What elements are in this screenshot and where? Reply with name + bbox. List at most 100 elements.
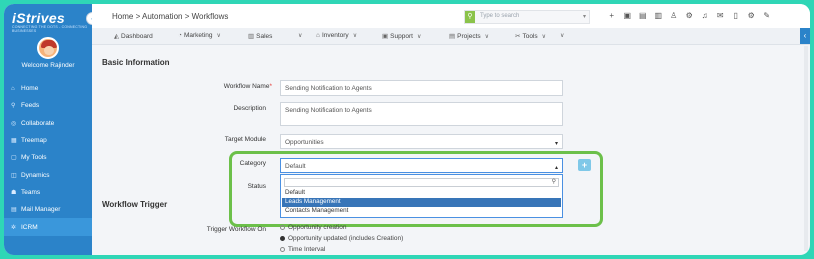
help-icon[interactable]: ⚙ [744, 11, 760, 20]
scrollbar[interactable] [804, 46, 808, 251]
settings-icon[interactable]: ⚙ [682, 11, 698, 20]
radio-button[interactable] [280, 224, 285, 230]
menu-inventory[interactable]: ⌂ Inventory ∨ [316, 32, 357, 39]
treemap-icon: ▦ [11, 138, 17, 145]
document-icon[interactable]: ▯ [728, 11, 744, 20]
dashboard-icon: ◭ [114, 33, 119, 40]
field-value: Sending Notification to Agents [285, 107, 372, 114]
support-icon: ▣ [382, 33, 389, 40]
menu-marketing[interactable]: ◔ Marketing ∨ [178, 32, 221, 39]
sidebar-item-feeds[interactable]: ⚲ Feeds [4, 97, 92, 114]
collaborate-icon: ◎ [11, 120, 17, 127]
field-value: Opportunities [285, 139, 324, 146]
menu-projects[interactable]: ▤ Projects ∨ [449, 32, 489, 40]
sidebar-item-label: Teams [21, 188, 41, 196]
target-module-label: Target Module [224, 136, 266, 143]
feeds-icon: ⚲ [11, 103, 16, 110]
menu-label: Tools [522, 33, 538, 40]
add-icon[interactable]: + [604, 11, 620, 20]
sidebar-nav: ⌂ Home ⚲ Feeds ◎ Collaborate ▦ Treemap ▢ My T… [4, 80, 92, 236]
welcome-text: Welcome Rajinder [21, 62, 75, 69]
avatar[interactable] [37, 37, 59, 59]
menu-label: Dashboard [121, 33, 153, 40]
workflow-name-label: Workflow Name* [142, 83, 272, 90]
sidebar-item-label: Feeds [21, 102, 40, 110]
workflow-name-field[interactable]: Sending Notification to Agents [280, 80, 563, 96]
radio-label: Opportunity updated (includes Creation) [288, 235, 404, 242]
chevron-left-icon[interactable]: ‹ [800, 28, 810, 44]
menu-label: Inventory [321, 32, 349, 39]
sidebar-item-teams[interactable]: ☗ Teams [4, 184, 92, 201]
avatar-face [44, 46, 54, 55]
projects-icon: ▤ [449, 33, 456, 40]
radio-label: Time Interval [288, 246, 326, 253]
sidebar-item-label: Home [21, 85, 39, 93]
menu-label: Marketing [183, 32, 213, 39]
trigger-option-updated[interactable]: Opportunity updated (includes Creation) [280, 235, 403, 242]
user-icon[interactable]: ♙ [666, 11, 682, 20]
chevron-down-icon[interactable]: ▾ [583, 13, 586, 20]
reports-icon[interactable]: ▥ [651, 11, 667, 20]
section-workflow-trigger: Workflow Trigger [102, 200, 168, 209]
home-icon: ⌂ [11, 85, 15, 92]
mail-icon: ▤ [11, 207, 17, 214]
menu-more[interactable]: ∨ [294, 32, 302, 39]
menu-label: Projects [457, 33, 481, 40]
sidebar-item-my-tools[interactable]: ▢ My Tools [4, 149, 92, 166]
highlight-annotation [229, 151, 603, 227]
radio-button[interactable] [280, 246, 285, 252]
sidebar-item-icrm[interactable]: ✲ ICRM [4, 218, 92, 236]
sidebar-item-mail-manager[interactable]: ▤ Mail Manager [4, 201, 92, 218]
label-text: Workflow Name [223, 83, 270, 90]
menu-sales[interactable]: ▥ Sales [248, 32, 272, 40]
trigger-option-time-interval[interactable]: Time Interval [280, 246, 325, 253]
inventory-icon: ⌂ [316, 32, 320, 39]
chevron-down-icon: ∨ [560, 33, 565, 39]
search-input[interactable]: Type to search [480, 13, 519, 19]
sidebar-item-label: Collaborate [21, 119, 55, 127]
section-basic-information: Basic Information [102, 58, 170, 67]
menu-label: Sales [256, 33, 273, 40]
notes-icon[interactable]: ▤ [635, 11, 651, 20]
search-icon[interactable]: ⚲ [465, 11, 475, 23]
breadcrumb[interactable]: Home > Automation > Workflows [112, 12, 228, 21]
field-value: Sending Notification to Agents [285, 85, 372, 92]
tools-icon: ✂ [515, 33, 521, 40]
menu-support[interactable]: ▣ Support ∨ [382, 32, 421, 40]
target-module-select[interactable]: Opportunities ▾ [280, 134, 563, 149]
chevron-down-icon: ∨ [484, 34, 490, 40]
menu-label: Support [390, 33, 413, 40]
sidebar-item-treemap[interactable]: ▦ Treemap [4, 132, 92, 149]
top-bar: Home > Automation > Workflows ⚲ Type to … [92, 4, 810, 29]
mail-icon[interactable]: ✉ [713, 11, 729, 20]
sales-icon: ▥ [248, 33, 255, 40]
toolbar-icons: + ▣ ▤ ▥ ♙ ⚙ ♫ ✉ ▯ ⚙ ✎ [604, 11, 775, 20]
sidebar-item-collaborate[interactable]: ◎ Collaborate [4, 115, 92, 132]
calendar-icon[interactable]: ▣ [620, 11, 636, 20]
trigger-option-creation[interactable]: Opportunity creation [280, 224, 347, 231]
menu-tools[interactable]: ✂ Tools ∨ [515, 32, 546, 40]
menu-more-2[interactable]: ∨ [556, 32, 564, 39]
sidebar-item-label: ICRM [21, 223, 38, 231]
tools-icon: ▢ [11, 155, 17, 162]
sidebar-item-home[interactable]: ⌂ Home [4, 80, 92, 97]
menu-dashboard[interactable]: ◭ Dashboard [114, 32, 153, 40]
sidebar-item-dynamics[interactable]: ◫ Dynamics [4, 166, 92, 183]
sidebar-item-label: Mail Manager [21, 206, 61, 214]
radio-label: Opportunity creation [288, 224, 347, 231]
pen-icon[interactable]: ✎ [759, 11, 775, 20]
marketing-icon: ◔ [178, 32, 182, 39]
chevron-down-icon: ▾ [554, 141, 558, 147]
radio-button[interactable] [280, 235, 285, 241]
chevron-down-icon: ∨ [298, 33, 303, 39]
sidebar: iStrives CONNECTING THE DOTS - CONNECTIN… [4, 4, 99, 255]
chevron-down-icon: ∨ [416, 34, 422, 40]
chevron-down-icon: ∨ [216, 33, 221, 39]
required-asterisk: * [269, 83, 272, 90]
global-search[interactable]: ⚲ Type to search ▾ [464, 10, 590, 24]
app-window: iStrives CONNECTING THE DOTS - CONNECTIN… [4, 4, 810, 255]
teams-icon: ☗ [11, 189, 17, 196]
dynamics-icon: ◫ [11, 172, 17, 179]
notification-bell-icon[interactable]: ♫ [697, 11, 713, 20]
description-field[interactable]: Sending Notification to Agents [280, 102, 563, 126]
